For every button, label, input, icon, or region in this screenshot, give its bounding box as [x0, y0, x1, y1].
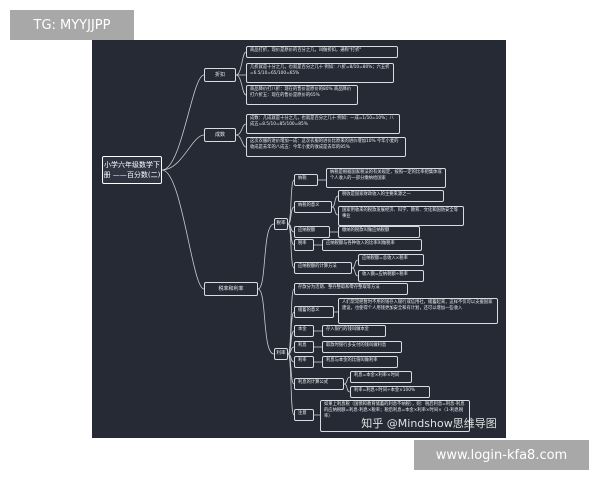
- lilv-label: 利率: [294, 356, 314, 368]
- zhihu-watermark: 知乎 @Mindshow思维导图: [361, 417, 497, 430]
- branch-tax-interest: 税率和利率: [204, 282, 258, 296]
- tax-calc-formula-2: 收入额=应纳税额÷税率: [358, 270, 424, 282]
- branch-discount: 折扣: [204, 68, 236, 82]
- benjin-label: 本金: [294, 325, 314, 337]
- mindmap-canvas: 小学六年级数学下册 ——百分数(二) 折扣 商品打折，现价是原价的百分之几，叫做…: [92, 40, 506, 438]
- discount-application: 商品降价打八折：现在的售价是原价的80% 商品降价打六折五：现在的售价是原价的6…: [246, 85, 358, 105]
- shuilv-text: 应纳税额与各种收入的比率叫做税率: [322, 239, 422, 251]
- chuxu-label: 储蓄的意义: [294, 306, 334, 318]
- nashui-yiyi-item-1: 税收是国家财政收入的主要来源之一: [338, 190, 444, 202]
- chengshu-definition: 成数：几成就是十分之几，也就是百分之几十 例如：一成=1/10=10%；八成五=…: [246, 114, 400, 134]
- note-label: 注意: [294, 409, 314, 421]
- tax-calc-formula-1: 应纳税额=总收入×税率: [358, 254, 424, 266]
- branch-shuilv: 税率: [274, 218, 288, 230]
- chengshu-application: 这次衣服的进价增加一成：这次衣服的进价比原来的进价增加10% 今年小麦的收成是去…: [246, 137, 406, 157]
- lilv-text: 利息与本金的比值叫做利率: [322, 356, 398, 368]
- shuilv-label: 税率: [294, 239, 314, 251]
- branch-lilv: 利率: [274, 348, 288, 360]
- deposit-methods: 存款分为活期、整存整取和零存整取等方法: [294, 283, 408, 295]
- root-node-title: 小学六年级数学下册 ——百分数(二): [102, 156, 162, 184]
- nashui-text: 纳税是根据国家税法的有关规定，按照一定的比率把集体或个人收入的一部分缴纳给国家: [326, 168, 446, 188]
- ynse-text: 缴纳的税款叫做应纳税额: [338, 226, 420, 238]
- nashui-label: 纳税: [294, 174, 318, 186]
- branch-chengshu: 成数: [204, 128, 236, 142]
- interest-formula-1: 利息=本金×利率×时间: [350, 371, 412, 383]
- interest-formula-label: 利息的计算公式: [294, 378, 344, 390]
- interest-formula-2: 利率=利息÷时间÷本金×100%: [350, 386, 430, 398]
- benjin-text: 存入银行的钱叫做本金: [322, 325, 386, 337]
- ynse-label: 应纳税额: [294, 226, 330, 238]
- chuxu-text: 人们常常把暂时不用的钱存入银行或信用社，储蓄起来，这样不仅可以支援国家建设，也使…: [338, 298, 498, 324]
- nashui-yiyi-item-2: 国家用收来的税款发展经济、科学、教育、文化和国防安全等事业: [338, 206, 464, 226]
- nashui-yiyi-label: 纳税的意义: [294, 201, 332, 213]
- lixi-label: 利息: [294, 341, 314, 353]
- tax-calc-label: 应纳税额的计算方法: [294, 262, 352, 274]
- tg-overlay-tag: TG: MYYJJPP: [10, 10, 134, 40]
- lixi-text: 取款时银行多支付的钱叫做利息: [322, 341, 402, 353]
- discount-example: 几折就是十分之几，也就是百分之几十 例如：八折=8/10=80%；六五折=6.5…: [246, 63, 394, 83]
- discount-definition: 商品打折，现价是原价的百分之几，叫做折扣，通称"打折": [246, 46, 398, 58]
- url-overlay-banner: www.login-kfa8.com: [414, 440, 589, 470]
